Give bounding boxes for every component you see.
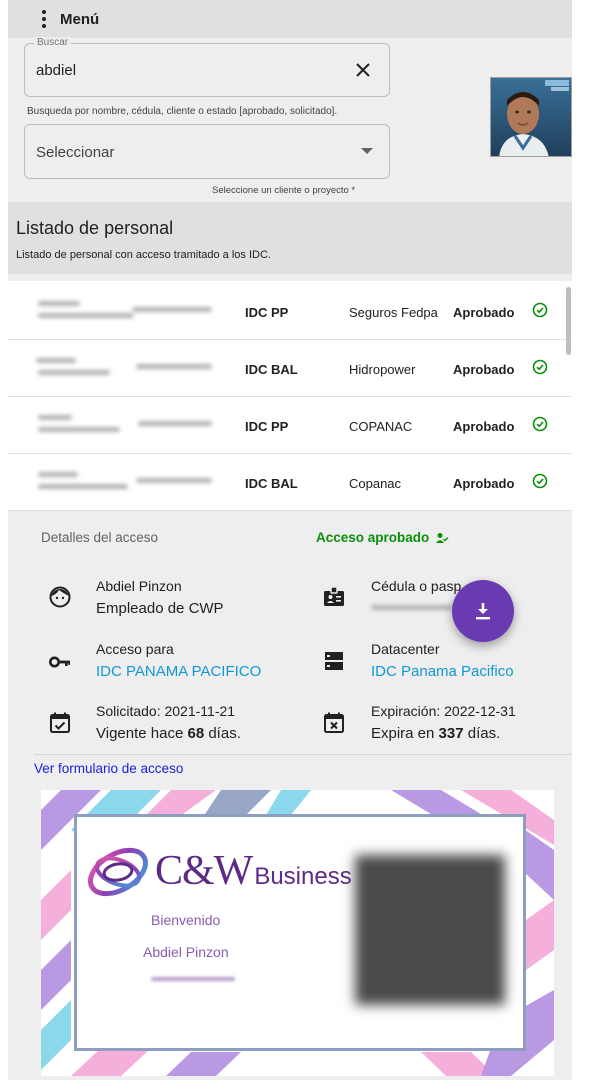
cedula-label: Cédula o pasp — [371, 578, 462, 594]
person-check-icon — [436, 532, 449, 543]
search-input[interactable] — [36, 62, 336, 79]
row-client: Hidropower — [349, 362, 416, 377]
page-margin — [572, 0, 589, 1080]
redacted-name — [32, 298, 212, 324]
app-frame: Menú Buscar Busqueda por nombre, cédula,… — [8, 0, 572, 1080]
badge-welcome: Bienvenido — [151, 912, 221, 928]
list-item[interactable]: IDC BAL Hidropower Aprobado — [8, 340, 572, 397]
user-photo — [490, 77, 572, 157]
expiry-date: Expiración: 2022-12-31 — [371, 703, 516, 719]
cw-logo-icon — [88, 847, 148, 897]
select-value: Seleccionar — [36, 144, 115, 161]
row-status: Aprobado — [453, 476, 515, 491]
redacted-name — [32, 469, 212, 495]
list-item[interactable]: IDC PP Seguros Fedpa Aprobado — [8, 283, 572, 340]
row-site: IDC PP — [245, 419, 289, 434]
redacted-name — [32, 355, 212, 381]
valid-suffix: días. — [208, 725, 241, 742]
check-circle-icon — [532, 416, 548, 432]
person-role: Empleado de CWP — [96, 600, 224, 617]
face-icon — [49, 586, 71, 608]
personnel-list: IDC PP Seguros Fedpa Aprobado IDC BAL Hi… — [8, 281, 572, 511]
row-status: Aprobado — [453, 362, 515, 377]
person-name: Abdiel Pinzon — [96, 578, 182, 594]
valid-prefix: Vigente hace — [96, 725, 184, 742]
badge-person-name: Abdiel Pinzon — [143, 944, 229, 960]
datacenter-value: IDC Panama Pacifico — [371, 663, 514, 680]
expire-suffix: días. — [467, 725, 501, 742]
brand-main: C&W — [155, 848, 253, 894]
row-status: Aprobado — [453, 419, 515, 434]
valid-days: 68 — [187, 725, 205, 742]
access-approved-status: Acceso aprobado — [316, 530, 449, 545]
redacted-cedula — [371, 605, 453, 610]
calendar-x-icon — [324, 712, 344, 733]
listing-subtitle: Listado de personal con acceso tramitado… — [16, 249, 271, 261]
access-badge: C&WBusiness Bienvenido Abdiel Pinzon — [41, 790, 554, 1076]
valid-since: Vigente hace 68 días. — [96, 725, 241, 742]
brand-logo-text: C&WBusiness — [155, 847, 352, 895]
chevron-down-icon[interactable] — [361, 148, 373, 154]
row-client: Seguros Fedpa — [349, 305, 438, 320]
badge-card: C&WBusiness Bienvenido Abdiel Pinzon — [74, 814, 526, 1051]
check-circle-icon — [532, 359, 548, 375]
list-item[interactable]: IDC PP COPANAC Aprobado — [8, 397, 572, 454]
row-status: Aprobado — [453, 305, 515, 320]
top-bar: Menú — [8, 0, 572, 38]
redacted-badge-id — [151, 977, 235, 981]
details-title: Detalles del acceso — [41, 530, 159, 545]
row-site: IDC BAL — [245, 362, 298, 377]
access-value: IDC PANAMA PACIFICO — [96, 663, 262, 680]
client-select[interactable]: Seleccionar — [24, 124, 390, 179]
download-button[interactable] — [452, 580, 514, 642]
server-icon — [325, 652, 343, 670]
requested-date: Solicitado: 2021-11-21 — [96, 703, 236, 719]
approved-label: Acceso aprobado — [316, 530, 430, 545]
redacted-qr-code — [355, 855, 505, 1005]
download-icon — [476, 603, 490, 620]
search-helper-text: Busqueda por nombre, cédula, cliente o e… — [27, 106, 338, 117]
listing-title: Listado de personal — [16, 218, 174, 238]
access-label: Acceso para — [96, 641, 174, 657]
list-scrollbar[interactable] — [566, 287, 571, 355]
search-field[interactable]: Buscar — [24, 37, 390, 97]
expire-prefix: Expira en — [371, 725, 435, 742]
key-icon — [49, 656, 70, 668]
expire-days: 337 — [438, 725, 464, 742]
select-hint: Seleccione un cliente o proyecto * — [212, 185, 356, 196]
list-item[interactable]: IDC BAL Copanac Aprobado — [8, 454, 572, 511]
close-icon[interactable] — [353, 60, 373, 80]
badge-icon — [324, 586, 344, 606]
search-legend: Buscar — [34, 37, 72, 48]
calendar-check-icon — [50, 712, 70, 733]
row-client: COPANAC — [349, 419, 413, 434]
check-circle-icon — [532, 302, 548, 318]
datacenter-label: Datacenter — [371, 641, 440, 657]
section-divider — [34, 754, 572, 755]
expires-in: Expira en 337 días. — [371, 725, 500, 742]
redacted-name — [32, 412, 212, 438]
check-circle-icon — [532, 473, 548, 489]
row-site: IDC PP — [245, 305, 289, 320]
menu-label[interactable]: Menú — [60, 11, 99, 28]
row-site: IDC BAL — [245, 476, 298, 491]
brand-sub: Business — [254, 863, 352, 890]
vertical-dots-icon[interactable] — [32, 7, 56, 31]
row-client: Copanac — [349, 476, 402, 491]
listing-header: Listado de personal Listado de personal … — [8, 202, 572, 274]
access-form-link[interactable]: Ver formulario de acceso — [34, 761, 183, 776]
